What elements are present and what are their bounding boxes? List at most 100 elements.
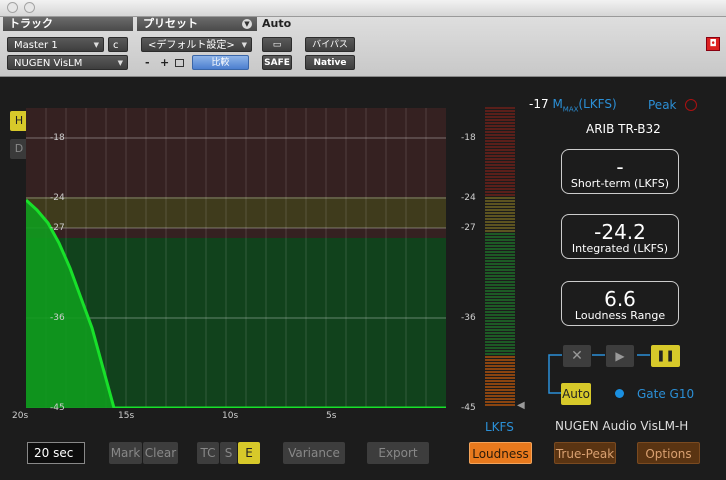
meter-segment xyxy=(485,167,515,169)
options-tab-button[interactable]: Options xyxy=(637,442,700,464)
meter-segment xyxy=(485,386,515,388)
meter-segment xyxy=(485,173,515,175)
auto-section-title: Auto xyxy=(262,17,292,30)
meter-segment xyxy=(485,323,515,325)
meter-segment xyxy=(485,371,515,373)
preset-prev-button[interactable]: - xyxy=(145,56,150,70)
meter-segment xyxy=(485,269,515,271)
peak-label: Peak xyxy=(648,98,677,112)
minimize-window-button[interactable] xyxy=(24,2,35,13)
short-term-value: - xyxy=(616,155,624,179)
record-icon[interactable]: ◘ xyxy=(706,37,720,51)
copy-icon[interactable] xyxy=(175,59,184,67)
safe-button[interactable]: SAFE xyxy=(262,55,292,70)
reset-button[interactable]: ✕ xyxy=(563,345,591,367)
meter-segment xyxy=(485,224,515,226)
meter-segment xyxy=(485,170,515,172)
meter-segment xyxy=(485,281,515,283)
meter-segment xyxy=(485,179,515,181)
native-button[interactable]: Native xyxy=(305,55,355,70)
meter-segment xyxy=(485,230,515,232)
meter-segment xyxy=(485,146,515,148)
meter-segment xyxy=(485,242,515,244)
mmax-label: MMAX(LKFS) xyxy=(552,97,616,113)
meter-tick-label: -18 xyxy=(461,133,476,143)
clear-button[interactable]: Clear xyxy=(143,442,178,464)
meter-segment xyxy=(485,248,515,250)
meter-segment xyxy=(485,113,515,115)
meter-segment xyxy=(485,149,515,151)
bypass-button[interactable]: バイパス xyxy=(305,37,355,52)
meter-segment xyxy=(485,317,515,319)
meter-segment xyxy=(485,209,515,211)
auto-button[interactable]: Auto xyxy=(561,383,591,405)
mark-button[interactable]: Mark xyxy=(109,442,142,464)
play-button[interactable]: ▶ xyxy=(606,345,634,367)
meter-segment xyxy=(485,194,515,196)
meter-segment xyxy=(485,314,515,316)
meter-segment xyxy=(485,161,515,163)
loudness-range-readout: 6.6 Loudness Range xyxy=(561,281,679,326)
meter-tick-label: -24 xyxy=(461,193,476,203)
export-button[interactable]: Export xyxy=(367,442,429,464)
meter-segment xyxy=(485,311,515,313)
meter-segment xyxy=(485,368,515,370)
meter-segment xyxy=(485,359,515,361)
meter-segment xyxy=(485,182,515,184)
meter-segment xyxy=(485,227,515,229)
track-select[interactable]: Master 1 ▼ xyxy=(7,37,104,52)
start-button[interactable]: S xyxy=(220,442,237,464)
meter-pointer-icon: ◀ xyxy=(517,400,525,411)
meter-tick-label: -36 xyxy=(461,313,476,323)
preset-menu-icon[interactable]: ▼ xyxy=(242,19,252,29)
meter-segment xyxy=(485,236,515,238)
meter-segment xyxy=(485,140,515,142)
meter-segment xyxy=(485,404,515,406)
meter-segment xyxy=(485,107,515,109)
automation-icon[interactable]: ▭ xyxy=(262,37,292,52)
pause-button[interactable]: ❚❚ xyxy=(651,345,680,367)
meter-segment xyxy=(485,176,515,178)
meter-segment xyxy=(485,239,515,241)
meter-segment xyxy=(485,389,515,391)
meter-segment xyxy=(485,338,515,340)
integrated-value: -24.2 xyxy=(594,220,646,244)
x-tick-label: 10s xyxy=(222,411,239,421)
close-window-button[interactable] xyxy=(7,2,18,13)
y-tick-label: -18 xyxy=(50,133,65,143)
meter-segment xyxy=(485,158,515,160)
meter-segment xyxy=(485,305,515,307)
peak-indicator-icon[interactable] xyxy=(685,99,697,111)
y-tick-label: -45 xyxy=(50,403,65,413)
meter-segment xyxy=(485,122,515,124)
meter-segment xyxy=(485,344,515,346)
meter-segment xyxy=(485,188,515,190)
window-titlebar xyxy=(0,0,726,17)
true-peak-tab-button[interactable]: True-Peak xyxy=(554,442,616,464)
mmax-value: -17 xyxy=(529,97,549,111)
preset-next-button[interactable]: + xyxy=(160,56,169,70)
meter-segment xyxy=(485,392,515,394)
chevron-down-icon: ▼ xyxy=(241,41,247,49)
plugin-select[interactable]: NUGEN VisLM ▼ xyxy=(7,55,128,70)
meter-segment xyxy=(485,398,515,400)
meter-tick-label: -45 xyxy=(461,403,476,413)
y-tick-label: -27 xyxy=(50,223,65,233)
preset-select[interactable]: <デフォルト設定> ▼ xyxy=(141,37,252,52)
meter-segment xyxy=(485,275,515,277)
variance-button[interactable]: Variance xyxy=(283,442,345,464)
loudness-tab-button[interactable]: Loudness xyxy=(469,442,532,464)
time-window-field[interactable]: 20 sec xyxy=(27,442,85,464)
gate-label: Gate G10 xyxy=(637,387,695,401)
gate-indicator-icon[interactable] xyxy=(615,389,624,398)
meter-segment xyxy=(485,401,515,403)
channel-select[interactable]: c xyxy=(108,37,128,52)
timecode-button[interactable]: TC xyxy=(197,442,219,464)
compare-button[interactable]: 比較 xyxy=(192,55,249,70)
meter-segment xyxy=(485,215,515,217)
meter-segment xyxy=(485,110,515,112)
meter-segment xyxy=(485,326,515,328)
meter-segment xyxy=(485,299,515,301)
y-tick-label: -24 xyxy=(50,193,65,203)
end-button[interactable]: E xyxy=(238,442,260,464)
